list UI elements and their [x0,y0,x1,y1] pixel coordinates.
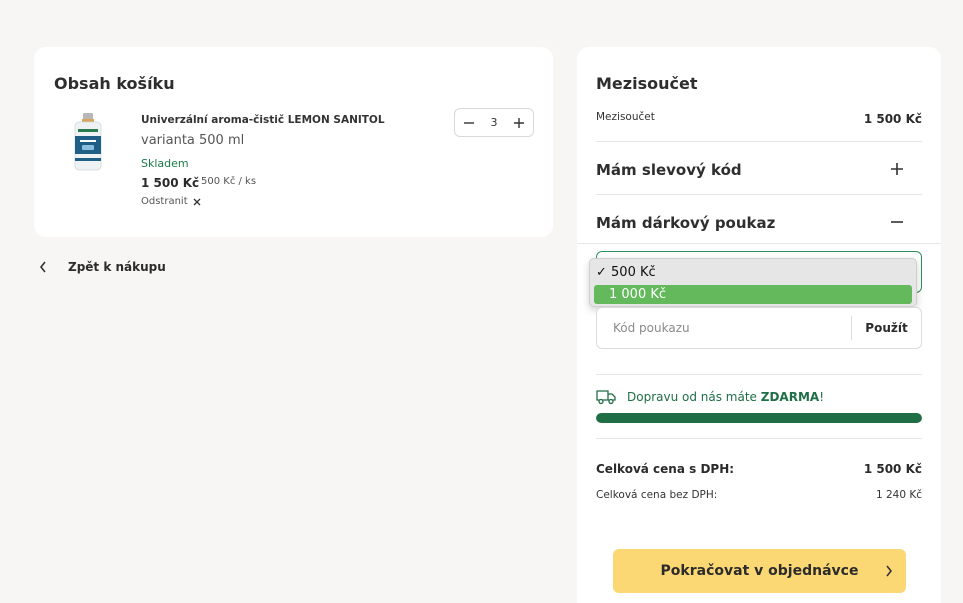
total-without-vat-label: Celková cena bez DPH: [596,489,718,501]
product-name[interactable]: Univerzální aroma-čistič LEMON SANITOL [141,114,385,126]
voucher-option-500[interactable]: ✓ 500 Kč [596,265,656,280]
unit-price: 500 Kč / ks [201,176,257,187]
minus-icon [464,121,474,124]
back-to-shop-label: Zpět k nákupu [68,260,166,274]
discount-code-toggle[interactable]: Mám slevový kód [596,161,742,179]
cart-title: Obsah košíku [54,74,175,93]
summary-title: Mezisoučet [596,74,698,93]
voucher-options-dropdown: ✓ 500 Kč 1 000 Kč [589,258,917,307]
apply-voucher-button[interactable]: Použít [851,316,921,340]
free-shipping-info: Dopravu od nás máte ZDARMA! [596,389,824,405]
free-shipping-text: Dopravu od nás máte ZDARMA! [627,390,824,404]
subtotal-value: 1 500 Kč [863,112,922,126]
close-icon [193,198,201,205]
decrease-quantity-button[interactable] [461,115,477,131]
continue-order-button[interactable]: Pokračovat v objednávce [613,549,906,593]
quantity-stepper: 3 [454,108,534,137]
divider [596,141,922,142]
remove-item-button[interactable]: Odstranit [141,196,201,207]
free-shipping-progress [596,413,922,423]
plus-icon[interactable] [890,162,904,176]
continue-order-label: Pokračovat v objednávce [660,563,859,579]
voucher-code-input[interactable] [598,309,852,347]
back-to-shop-link[interactable]: Zpět k nákupu [38,260,166,274]
voucher-code-field: Použít [596,307,922,349]
voucher-option-label: 500 Kč [611,265,656,280]
divider [596,194,922,195]
truck-icon [596,390,616,405]
product-image[interactable] [72,112,104,172]
voucher-option-1000[interactable]: 1 000 Kč [594,285,912,304]
chevron-right-icon [886,565,893,577]
chevron-left-icon [39,261,46,273]
divider [577,243,941,244]
remove-label: Odstranit [141,196,188,207]
product-price: 1 500 Kč [141,176,200,190]
subtotal-label: Mezisoučet [596,111,655,123]
plus-icon [514,117,524,128]
increase-quantity-button[interactable] [511,115,527,131]
free-shipping-progress-fill [596,413,922,423]
minus-icon[interactable] [890,215,904,229]
total-without-vat-value: 1 240 Kč [875,489,922,501]
product-variant: varianta 500 ml [141,133,245,148]
divider [596,374,922,375]
gift-voucher-toggle[interactable]: Mám dárkový poukaz [596,214,775,232]
divider [596,438,922,439]
check-icon: ✓ [596,265,612,280]
total-with-vat-value: 1 500 Kč [863,462,922,476]
total-with-vat-label: Celková cena s DPH: [596,462,735,476]
quantity-value[interactable]: 3 [491,116,498,129]
stock-status: Skladem [141,157,189,170]
